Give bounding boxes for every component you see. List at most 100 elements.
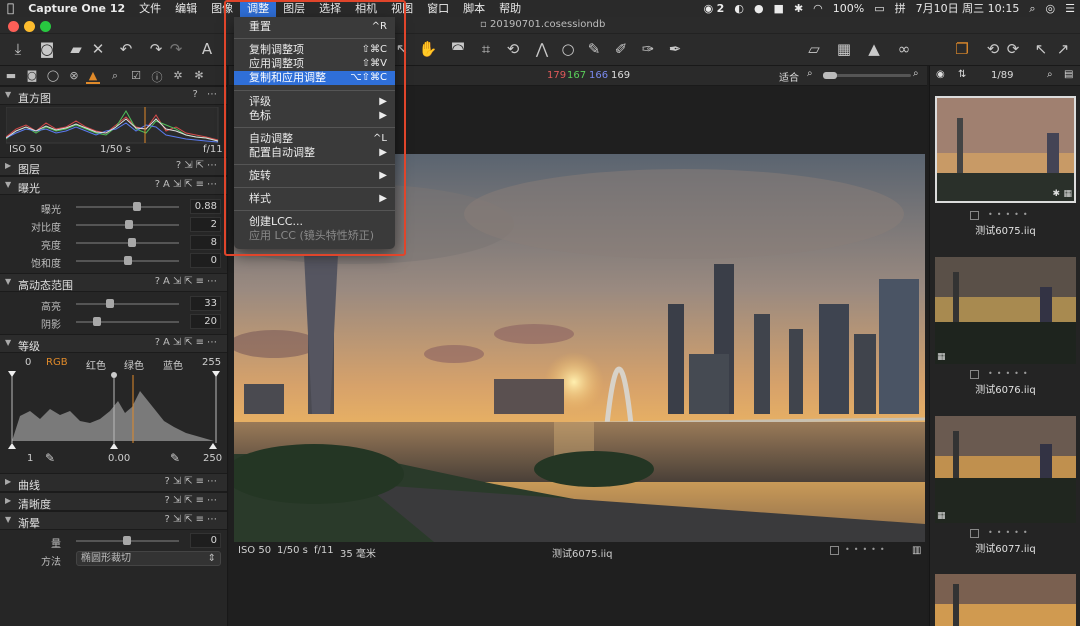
thumbnail-checkbox[interactable] — [970, 529, 979, 538]
status-icon[interactable]: ◐ — [729, 0, 749, 17]
channel-tab-blue[interactable]: 蓝色 — [163, 357, 183, 372]
slider-knob[interactable] — [124, 220, 133, 229]
battery-icon[interactable]: ▭ — [869, 0, 889, 17]
siri-icon[interactable]: ◎ — [1041, 0, 1061, 17]
slider-value[interactable]: 0 — [190, 253, 221, 268]
levels-histogram[interactable] — [0, 371, 228, 451]
hdr-header[interactable]: ▼ 高动态范围 ?A⇲⇱≡⋯ — [0, 273, 227, 292]
collapse-arrow-icon[interactable]: ▼ — [5, 338, 11, 347]
slider-knob[interactable] — [127, 238, 136, 247]
camera-icon[interactable]: ◙ — [37, 39, 57, 59]
menu-item-auto-adjust[interactable]: 自动调整 ^L — [234, 132, 395, 146]
lens-tab-icon[interactable]: ◯ — [46, 69, 60, 82]
minimize-window-icon[interactable] — [24, 21, 35, 32]
menu-window[interactable]: 窗口 — [420, 0, 456, 17]
output-tab-icon[interactable]: ✲ — [171, 69, 185, 82]
batch-tab-icon[interactable]: ✻ — [192, 69, 206, 82]
thumbnail-rating[interactable]: ••••• — [988, 369, 1032, 378]
slider-value[interactable]: 20 — [190, 314, 221, 329]
crop-tool-icon[interactable]: ⌗ — [476, 39, 496, 59]
rotate-left-icon[interactable]: ⟲ — [983, 39, 1003, 59]
slider-value[interactable]: 8 — [190, 235, 221, 250]
collapse-arrow-icon[interactable]: ▼ — [5, 277, 11, 286]
slider-value[interactable]: 0 — [190, 533, 221, 548]
contrast-slider[interactable]: 对比度 2 — [0, 216, 227, 234]
slider-knob[interactable] — [132, 202, 141, 211]
saturation-slider[interactable]: 饱和度 0 — [0, 252, 227, 270]
color-tag-icon[interactable]: ▥ — [912, 545, 921, 556]
pan-tool-icon[interactable]: ✋ — [418, 39, 438, 59]
notifications-icon[interactable]: ☰ — [1060, 0, 1080, 17]
section-actions[interactable]: ?⇲⇱⋯ — [176, 160, 220, 171]
proof-icon[interactable]: ∞ — [894, 39, 914, 59]
undo-icon[interactable]: ↶ — [116, 39, 136, 59]
zoom-window-icon[interactable] — [40, 21, 51, 32]
exposure-header[interactable]: ▼ 曝光 ?A⇲⇱≡⋯ — [0, 176, 227, 195]
thumbnail-rating[interactable]: ••••• — [988, 210, 1032, 219]
exposure-slider[interactable]: 曝光 0.88 — [0, 198, 227, 216]
visibility-icon[interactable]: ◉ — [936, 69, 945, 80]
slider-knob[interactable] — [92, 317, 101, 326]
color-tab-icon[interactable]: ⊗ — [67, 69, 81, 82]
shadow-slider[interactable]: 阴影 20 — [0, 313, 227, 331]
zoom-in-icon[interactable]: ⌕ — [913, 68, 919, 79]
menu-adjust[interactable]: 调整 — [240, 0, 277, 17]
menu-layers[interactable]: 图层 — [276, 0, 312, 17]
menu-item-configure-auto[interactable]: 配置自动调整 ▶ — [234, 146, 395, 160]
thumbnail-checkbox[interactable] — [970, 211, 979, 220]
expand-arrow-icon[interactable]: ▶ — [5, 477, 11, 486]
close-window-icon[interactable] — [8, 21, 19, 32]
zoom-out-icon[interactable]: ⌕ — [807, 68, 813, 79]
levels-midpoint[interactable]: 0.00 — [108, 453, 130, 464]
browser-view-icon[interactable]: ▤ — [1064, 69, 1073, 80]
annotate-tool-icon[interactable]: ✒ — [665, 39, 685, 59]
wifi-icon[interactable]: ◠ — [808, 0, 828, 17]
adjustments-tab-icon[interactable]: ☑ — [129, 69, 143, 82]
slider-value[interactable]: 2 — [190, 217, 221, 232]
picker-tool-icon[interactable]: ✑ — [638, 39, 658, 59]
slider-track[interactable] — [76, 321, 179, 323]
input-method[interactable]: 拼 — [890, 0, 911, 17]
browser-search-icon[interactable]: ⌕ — [1047, 69, 1053, 80]
thumbnail-selected[interactable]: ✱ ▦ — [935, 96, 1076, 203]
edit-mask-icon[interactable]: ▱ — [804, 39, 824, 59]
spot-tool-icon[interactable]: ○ — [558, 39, 578, 59]
photo-select-checkbox[interactable] — [830, 546, 839, 555]
levels-output-low[interactable]: 1 — [27, 453, 33, 464]
menu-item-create-lcc[interactable]: 创建LCC... — [234, 215, 395, 229]
levels-input-low[interactable]: 0 — [25, 357, 31, 368]
app-menu[interactable]: Capture One 12 — [21, 0, 132, 17]
bluetooth-icon[interactable]: ✱ — [789, 0, 808, 17]
section-actions[interactable]: ?⇲⇱≡⋯ — [165, 476, 220, 487]
clock[interactable]: 7月10日 周三 10:15 — [911, 0, 1025, 17]
channel-tab-rgb[interactable]: RGB — [46, 357, 68, 368]
thumbnail-checkbox[interactable] — [970, 370, 979, 379]
search-icon[interactable]: ⌕ — [1024, 0, 1040, 17]
menu-item-rotate[interactable]: 旋转 ▶ — [234, 169, 395, 183]
slider-value[interactable]: 33 — [190, 296, 221, 311]
layers-header[interactable]: ▶ 图层 ?⇲⇱⋯ — [0, 157, 227, 176]
menu-item-copy-adjustments[interactable]: 复制调整项 ⇧⌘C — [234, 43, 395, 57]
collapse-arrow-icon[interactable]: ▼ — [5, 90, 11, 99]
slider-knob[interactable] — [123, 256, 132, 265]
menu-view[interactable]: 视图 — [384, 0, 420, 17]
loupe-tool-icon[interactable]: ◚ — [448, 39, 468, 59]
apple-menu-icon[interactable]:  — [0, 0, 21, 17]
brush-tool-icon[interactable]: ✎ — [584, 39, 604, 59]
channel-tab-red[interactable]: 红色 — [86, 357, 106, 372]
section-actions[interactable]: ? ⋯ — [193, 89, 221, 100]
collapse-arrow-icon[interactable]: ▼ — [5, 180, 11, 189]
menu-item-rating[interactable]: 评级 ▶ — [234, 95, 395, 109]
menu-item-styles[interactable]: 样式 ▶ — [234, 192, 395, 206]
exposure-warning-icon[interactable]: ▲ — [864, 39, 884, 59]
erase-tool-icon[interactable]: ✐ — [611, 39, 631, 59]
vignette-amount-slider[interactable]: 量0 — [0, 532, 227, 550]
channel-tab-green[interactable]: 绿色 — [124, 357, 144, 372]
library-tab-icon[interactable]: ▬ — [4, 69, 18, 82]
levels-input-high[interactable]: 255 — [202, 357, 221, 368]
menu-item-color-tag[interactable]: 色标 ▶ — [234, 109, 395, 123]
slider-knob[interactable] — [123, 536, 131, 545]
section-actions[interactable]: ?A⇲⇱≡⋯ — [155, 337, 220, 348]
redo-icon[interactable]: ↷ — [146, 39, 166, 59]
expand-arrow-icon[interactable]: ▶ — [5, 161, 11, 170]
